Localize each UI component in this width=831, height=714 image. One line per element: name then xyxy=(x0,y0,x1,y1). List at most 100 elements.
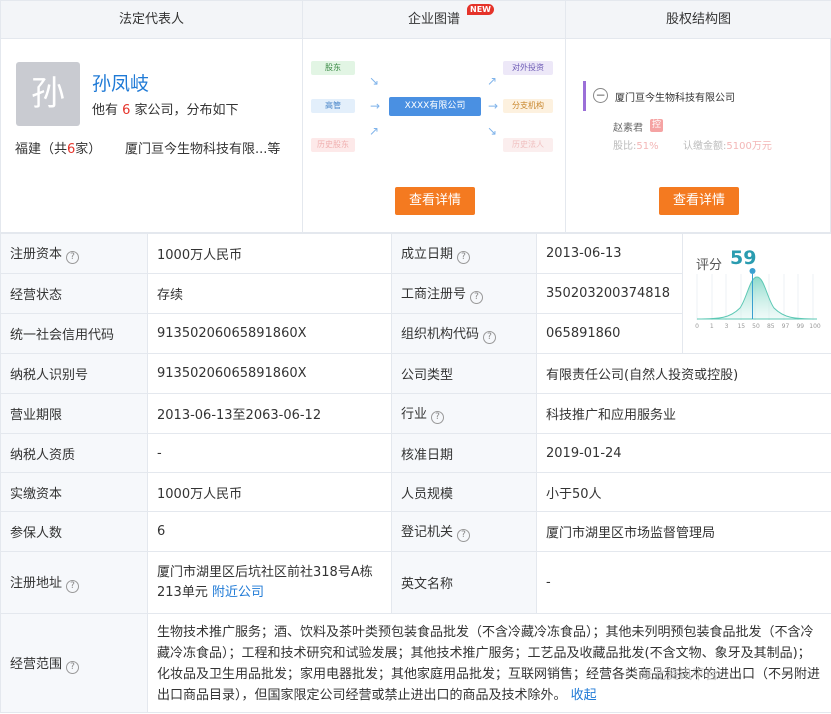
table-label: 经营状态 xyxy=(0,273,148,314)
table-value: 2013-06-13 xyxy=(536,233,683,274)
equity-header[interactable]: 股权结构图 xyxy=(566,1,831,39)
graph-arrow: → xyxy=(370,99,381,113)
score-cell[interactable]: 评分 59 0 1 3 15 50 85 97 99 100 xyxy=(682,233,831,354)
graph-node-investment: 对外投资 xyxy=(503,61,553,75)
table-row: 注册地址? 厦门市湖里区后坑社区前社318号A栋213单元 附近公司 英文名称 … xyxy=(0,551,831,614)
table-label: 参保人数 xyxy=(0,511,148,552)
table-value: 2013-06-13至2063-06-12 xyxy=(147,393,392,434)
scope-text: 生物技术推广服务；酒、饮料及茶叶类预包装食品批发（不含冷藏冷冻食品）；其他未列明… xyxy=(157,625,821,703)
table-value: 065891860 xyxy=(536,313,683,354)
equity-company: 厦门亘今生物科技有限公司 xyxy=(615,93,735,104)
table-value: 1000万人民币 xyxy=(147,233,392,274)
table-label: 统一社会信用代码 xyxy=(0,313,148,354)
table-value: 1000万人民币 xyxy=(147,472,392,512)
table-value: 存续 xyxy=(147,273,392,314)
score-axis-tick: 97 xyxy=(782,323,790,330)
enterprise-graph-title: 企业图谱 xyxy=(407,12,460,27)
equity-paid: 认缴金额:5100万元 xyxy=(683,137,772,152)
nearby-companies-link[interactable]: 附近公司 xyxy=(212,585,264,600)
score-axis-tick: 99 xyxy=(796,323,804,330)
table-value: 350203200374818 xyxy=(536,273,683,314)
graph-node-branch: 分支机构 xyxy=(503,99,553,113)
score-axis-tick: 85 xyxy=(767,323,775,330)
region-company-list[interactable]: 厦门亘今生物科技有限...等 xyxy=(125,138,280,157)
score-axis-tick: 0 xyxy=(695,323,699,330)
table-label: 公司类型 xyxy=(391,353,537,394)
equity-detail-button[interactable]: 查看详情 xyxy=(659,187,739,215)
count-prefix: 他有 xyxy=(92,103,123,118)
score-axis-tick: 15 xyxy=(737,323,745,330)
controller-tag: 控 xyxy=(650,119,663,132)
graph-node-executive: 高管 xyxy=(311,99,355,113)
table-value: - xyxy=(147,433,392,473)
equity-preview: − 厦门亘今生物科技有限公司 赵素君 控 股比:51% 认缴金额:5100万元 xyxy=(579,81,819,173)
table-value: 厦门市湖里区后坑社区前社318号A栋213单元 附近公司 xyxy=(147,551,392,614)
table-value: 科技推广和应用服务业 xyxy=(536,393,831,434)
table-value: 2019-01-24 xyxy=(536,433,831,473)
equity-person: 赵素君 xyxy=(613,123,643,134)
graph-detail-button[interactable]: 查看详情 xyxy=(395,187,475,215)
table-label: 成立日期? xyxy=(391,233,537,274)
score-axis-tick: 50 xyxy=(752,323,760,330)
avatar: 孙 xyxy=(16,62,80,126)
company-info-table: 注册资本? 1000万人民币 成立日期? 2013-06-13 评分 59 0 … xyxy=(0,233,831,713)
table-label: 组织机构代码? xyxy=(391,313,537,354)
legal-rep-name-link[interactable]: 孙凤岐 xyxy=(92,69,149,96)
table-label: 注册资本? xyxy=(0,233,148,274)
graph-node-history-legal: 历史法人 xyxy=(503,138,553,152)
bell-curve-area xyxy=(696,276,818,320)
legal-rep-header: 法定代表人 xyxy=(1,1,303,39)
paid-label: 认缴金额: xyxy=(683,141,727,152)
table-value: 91350206065891860X xyxy=(147,313,392,354)
table-value: 厦门市湖里区市场监督管理局 xyxy=(536,511,831,552)
table-label: 实缴资本 xyxy=(0,472,148,512)
score-axis-tick: 3 xyxy=(725,323,729,330)
graph-arrow: ↗ xyxy=(487,74,498,88)
help-icon[interactable]: ? xyxy=(66,580,80,593)
graph-center-company: XXXX有限公司 xyxy=(389,97,481,116)
ratio-label: 股比: xyxy=(613,141,637,152)
score-axis: 0 1 3 15 50 85 97 99 100 xyxy=(695,323,821,330)
score-distribution-chart: 0 1 3 15 50 85 97 99 100 xyxy=(695,268,821,330)
help-icon[interactable]: ? xyxy=(470,291,484,304)
equity-ratio: 股比:51% xyxy=(613,137,659,152)
graph-node-shareholder: 股东 xyxy=(311,61,355,75)
table-row: 经营范围? 生物技术推广服务；酒、饮料及茶叶类预包装食品批发（不含冷藏冷冻食品）… xyxy=(0,613,831,713)
graph-node-history-shareholder: 历史股东 xyxy=(311,138,355,152)
table-row: 注册资本? 1000万人民币 成立日期? 2013-06-13 评分 59 0 … xyxy=(0,233,831,354)
table-row: 纳税人识别号 91350206065891860X 公司类型 有限责任公司(自然… xyxy=(0,353,831,394)
graph-arrow: ↘ xyxy=(487,124,498,138)
region-prefix: 福建（共 xyxy=(15,142,68,157)
help-icon[interactable]: ? xyxy=(66,660,80,674)
collapse-link[interactable]: 收起 xyxy=(571,688,597,703)
table-row: 实缴资本 1000万人民币 人员规模 小于50人 xyxy=(0,472,831,512)
collapse-icon[interactable]: − xyxy=(593,88,608,103)
score-marker-dot xyxy=(749,268,756,274)
table-label: 注册地址? xyxy=(0,551,148,614)
table-label: 核准日期 xyxy=(391,433,537,473)
table-value: 有限责任公司(自然人投资或控股) xyxy=(536,353,831,394)
table-value: - xyxy=(536,551,831,614)
help-icon[interactable]: ? xyxy=(457,529,471,542)
table-label: 纳税人识别号 xyxy=(0,353,148,394)
enterprise-graph-header[interactable]: 企业图谱 NEW xyxy=(303,1,566,39)
table-label: 经营范围? xyxy=(0,613,148,713)
equity-line xyxy=(583,81,586,111)
ratio-value: 51% xyxy=(636,141,659,152)
table-label: 人员规模 xyxy=(391,472,537,512)
table-row: 营业期限 2013-06-13至2063-06-12 行业? 科技推广和应用服务… xyxy=(0,393,831,434)
region-summary[interactable]: 福建（共6家） xyxy=(15,138,101,157)
graph-arrow: ↗ xyxy=(369,124,380,138)
region-suffix: 家） xyxy=(75,142,102,157)
new-badge: NEW xyxy=(467,4,494,15)
table-label: 纳税人资质 xyxy=(0,433,148,473)
table-value: 91350206065891860X xyxy=(147,353,392,394)
help-icon[interactable]: ? xyxy=(66,251,80,264)
help-icon[interactable]: ? xyxy=(431,411,445,424)
help-icon[interactable]: ? xyxy=(457,251,471,264)
top-panels: 法定代表人 企业图谱 NEW 股权结构图 孙 孙凤岐 他有 6 家公司，分布如下… xyxy=(0,0,831,233)
count-suffix: 家公司，分布如下 xyxy=(130,103,239,118)
table-value: 6 xyxy=(147,511,392,552)
business-scope: 生物技术推广服务；酒、饮料及茶叶类预包装食品批发（不含冷藏冷冻食品）；其他未列明… xyxy=(147,613,831,713)
help-icon[interactable]: ? xyxy=(483,331,497,344)
